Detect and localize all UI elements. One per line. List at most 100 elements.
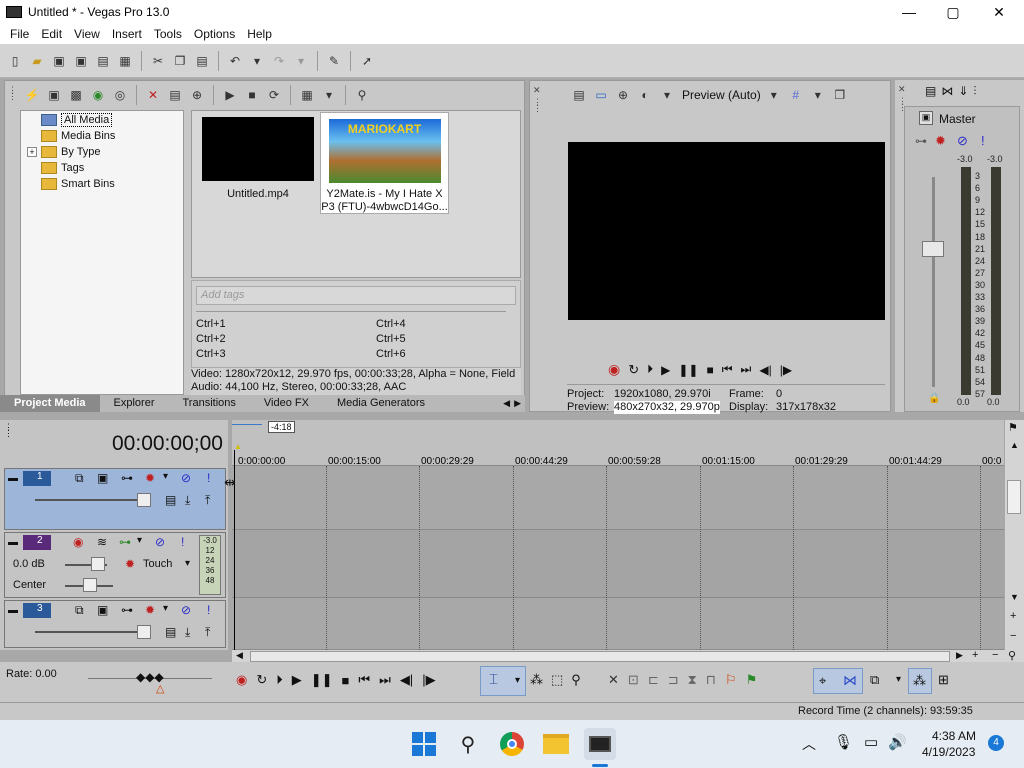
downmix-icon[interactable]: ⋈ xyxy=(941,84,953,99)
insert-marker-icon[interactable]: ⚐ xyxy=(725,672,737,688)
views-icon[interactable]: ▦ xyxy=(298,86,316,104)
pause-icon[interactable]: ❚❚ xyxy=(678,363,698,377)
media-file-y2mate[interactable]: MARIOKART Y2Mate.is - My I Hate X P3 (FT… xyxy=(320,112,449,214)
invert-phase-icon[interactable]: ≋ xyxy=(97,535,107,549)
media-fx-plugin-icon[interactable]: ⊕ xyxy=(188,86,206,104)
play-from-start-icon[interactable]: ⏵ xyxy=(647,362,653,377)
compositing-mode-icon[interactable]: ⊶ xyxy=(121,603,133,617)
menu-insert[interactable]: Insert xyxy=(106,27,148,41)
volume-slider-handle[interactable] xyxy=(91,557,105,571)
scroll-down-icon[interactable]: ▼ xyxy=(1010,592,1019,602)
views-dropdown-icon[interactable]: ▾ xyxy=(320,86,338,104)
render-icon[interactable]: ▤ xyxy=(94,52,112,70)
play-icon[interactable]: ▶ xyxy=(661,363,670,377)
go-to-end-icon[interactable]: ⏭ xyxy=(741,362,752,377)
loop-region-bar[interactable] xyxy=(232,424,262,425)
tab-explorer[interactable]: Explorer xyxy=(100,395,169,412)
copy-snapshot-icon[interactable]: ❐ xyxy=(831,86,849,104)
zoom-tool-icon[interactable]: ⚲ xyxy=(571,672,581,688)
marker-flag-icon[interactable]: ⚑ xyxy=(1008,421,1018,434)
track-motion-icon[interactable]: ⧉ xyxy=(75,603,84,618)
save-icon[interactable]: ▣ xyxy=(50,52,68,70)
tree-item-smart-bins[interactable]: Smart Bins xyxy=(41,176,115,192)
lock-icon[interactable]: ⊓ xyxy=(706,672,716,688)
track-fx-icon[interactable]: ▣ xyxy=(97,471,108,485)
edit-tool-dropdown-icon[interactable]: ▾ xyxy=(515,675,520,686)
dropdown-icon[interactable]: ▾ xyxy=(163,603,168,614)
panel-grip-icon[interactable]: ⋮ ⋮ xyxy=(8,86,17,101)
compositing-mode-icon[interactable]: ⊶ xyxy=(121,471,133,485)
minimize-button[interactable]: — xyxy=(886,0,932,24)
fx-gear-icon[interactable]: ✹ xyxy=(935,133,946,149)
play-icon[interactable]: ▶ xyxy=(292,672,302,688)
master-bus-icon[interactable]: ▣ xyxy=(919,111,933,125)
paint-brush-icon[interactable]: ✎ xyxy=(325,52,343,70)
solo-track-icon[interactable]: ! xyxy=(207,603,210,617)
tree-item-tags[interactable]: Tags xyxy=(41,160,84,176)
scroll-up-icon[interactable]: ▲ xyxy=(1010,440,1019,450)
scroll-right-icon[interactable]: ▶ xyxy=(956,650,963,661)
make-compositing-child-icon[interactable]: ⤓ xyxy=(185,625,190,640)
selection-tool-icon[interactable]: ⬚ xyxy=(551,672,563,688)
redo-dropdown-icon[interactable]: ▾ xyxy=(292,52,310,70)
get-photo-icon[interactable]: ◉ xyxy=(89,86,107,104)
zoom-tool-icon[interactable]: ⚲ xyxy=(1008,649,1016,662)
timeline-vertical-scrollbar[interactable]: ⚑ ▲ ▼ + − xyxy=(1005,420,1024,650)
trim-icon[interactable]: ⊡ xyxy=(628,672,639,688)
track-fx-icon[interactable]: ⊶ xyxy=(119,535,131,549)
scroll-thumb[interactable] xyxy=(1007,480,1021,514)
loop-playback-icon[interactable]: ↻ xyxy=(256,672,267,688)
split-icon[interactable]: ⧗ xyxy=(688,672,697,688)
clock-date[interactable]: 4/19/2023 xyxy=(922,745,975,759)
microphone-icon[interactable]: 🎙 xyxy=(834,733,853,751)
next-frame-icon[interactable]: |▶ xyxy=(422,672,435,688)
audio-track-2-header[interactable]: ▬ 2 ◉ ≋ ⊶ ▾ ⊘ ! 0.0 dB ✹ Touch ▾ Center … xyxy=(4,532,226,598)
tab-scroll-right-icon[interactable]: ▶ xyxy=(514,398,521,409)
normal-edit-tool-button[interactable]: ⌶ ▾ xyxy=(480,666,526,696)
lock-envelopes-button[interactable]: ⁂ xyxy=(908,668,932,694)
master-fader-handle[interactable] xyxy=(922,241,944,257)
media-properties-icon[interactable]: ▤ xyxy=(166,86,184,104)
open-folder-icon[interactable]: ▰ xyxy=(28,52,46,70)
mute-track-icon[interactable]: ⊘ xyxy=(181,603,191,617)
redo-icon[interactable]: ↷ xyxy=(270,52,288,70)
menu-view[interactable]: View xyxy=(68,27,106,41)
overlays-dropdown-icon[interactable]: ▾ xyxy=(809,86,827,104)
stop-icon[interactable]: ■ xyxy=(342,673,350,688)
ignore-event-grouping-icon[interactable]: ⊞ xyxy=(938,672,949,688)
rate-reset-icon[interactable]: △ xyxy=(156,682,164,695)
collapse-track-icon[interactable]: ▬ xyxy=(8,605,18,616)
track-fx-gear-icon[interactable]: ✹ xyxy=(145,471,155,485)
go-to-start-icon[interactable]: ⏮ xyxy=(722,362,733,377)
split-screen-icon[interactable]: ◐ xyxy=(636,86,654,104)
video-track-1-header[interactable]: ▬ 1 ⧉ ▣ ⊶ ✹ ▾ ⊘ ! ▤ ⤓ ⤒ xyxy=(4,468,226,530)
capture-video-icon[interactable]: ▣ xyxy=(45,86,63,104)
network-icon[interactable]: ▭ xyxy=(864,733,878,751)
envelope-tool-icon[interactable]: ⁂ xyxy=(530,672,543,688)
maximize-button[interactable]: ▢ xyxy=(930,0,976,24)
go-to-start-icon[interactable]: ⏮ xyxy=(358,672,370,688)
tab-scroll-left-icon[interactable]: ◀ xyxy=(503,398,510,409)
save-as-icon[interactable]: ▣ xyxy=(72,52,90,70)
stop-icon[interactable]: ■ xyxy=(706,363,713,377)
panel-grip-icon[interactable]: ⋮ ⋮ xyxy=(4,423,13,438)
mute-track-icon[interactable]: ⊘ xyxy=(181,471,191,485)
properties-icon[interactable]: ▦ xyxy=(116,52,134,70)
auto-crossfade-icon[interactable]: ⋈ xyxy=(843,672,857,689)
zoom-in-icon[interactable]: + xyxy=(972,649,978,661)
tab-project-media[interactable]: Project Media xyxy=(0,395,100,412)
undo-icon[interactable]: ↶ xyxy=(226,52,244,70)
volume-icon[interactable]: 🔊 xyxy=(888,733,907,751)
collapse-track-icon[interactable]: ▬ xyxy=(8,473,18,484)
pan-slider-handle[interactable] xyxy=(83,578,97,592)
make-compositing-parent-icon[interactable]: ⤒ xyxy=(205,625,210,640)
zoom-out-vertical-icon[interactable]: − xyxy=(1010,630,1016,642)
new-file-icon[interactable]: ▯ xyxy=(6,52,24,70)
preview-fx-icon[interactable]: ⊕ xyxy=(614,86,632,104)
auto-preview-stop-icon[interactable]: ■ xyxy=(243,86,261,104)
next-frame-icon[interactable]: |▶ xyxy=(780,363,792,377)
menu-tools[interactable]: Tools xyxy=(148,27,188,41)
dim-output-icon[interactable]: ⇓ xyxy=(958,84,968,99)
media-file-untitled[interactable]: Untitled.mp4 xyxy=(200,117,316,200)
previous-frame-icon[interactable]: ◀| xyxy=(400,672,413,688)
